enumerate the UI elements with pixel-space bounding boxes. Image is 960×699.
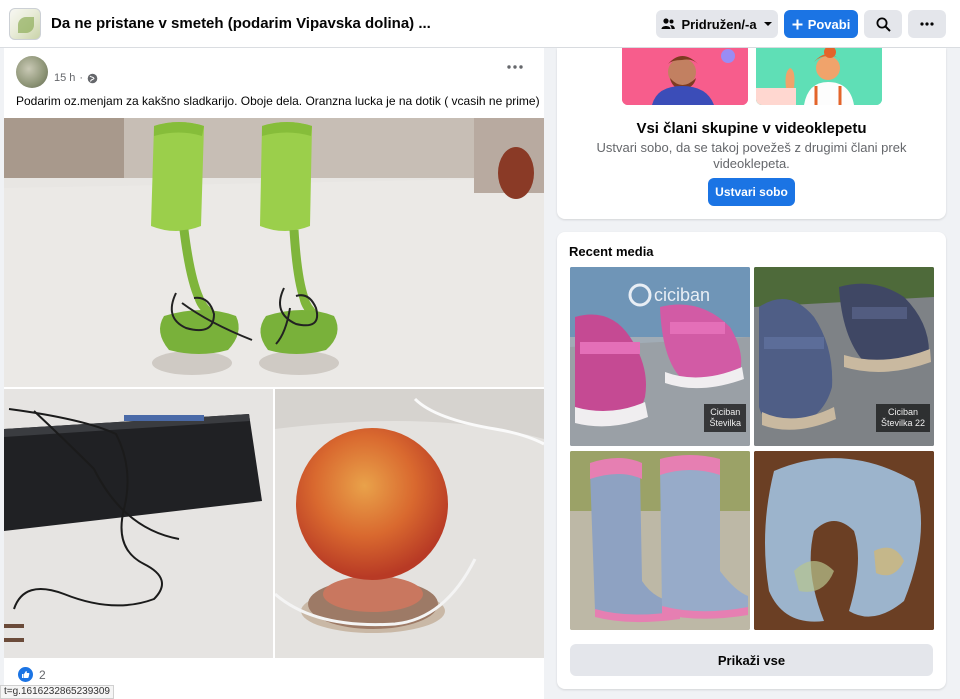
post-timestamp[interactable]: 15 h · bbox=[54, 72, 98, 84]
joined-button[interactable]: Pridružen/-a bbox=[656, 10, 778, 38]
more-icon bbox=[920, 22, 934, 26]
joined-label: Pridružen/-a bbox=[681, 16, 757, 32]
post-time-text: 15 h bbox=[54, 72, 76, 84]
brand-text: ciciban bbox=[654, 285, 710, 305]
photo-green-lamps[interactable] bbox=[4, 118, 544, 387]
create-room-button[interactable]: Ustvari sobo bbox=[708, 178, 795, 206]
media-thumb-rain-boots[interactable] bbox=[570, 451, 750, 630]
reactions-summary[interactable]: 2 bbox=[18, 667, 46, 682]
more-button[interactable] bbox=[908, 10, 946, 38]
recent-media-title: Recent media bbox=[569, 244, 654, 259]
status-url: t=g.1616232865239309 bbox=[0, 685, 114, 699]
photo-orange-lamp[interactable] bbox=[275, 389, 544, 658]
video-chat-card: Vsi člani skupine v videoklepetu Ustvari… bbox=[557, 48, 946, 219]
illustration-man bbox=[622, 48, 748, 105]
video-chat-description: Ustvari sobo, da se takoj povežeš z drug… bbox=[596, 140, 907, 171]
photo-radio[interactable] bbox=[4, 389, 273, 658]
orange-lamp-image bbox=[275, 389, 544, 658]
like-icon bbox=[18, 667, 33, 682]
leaf-icon bbox=[18, 17, 34, 33]
group-title[interactable]: Da ne pristane v smeteh (podarim Vipavsk… bbox=[51, 15, 431, 32]
plus-icon bbox=[792, 19, 803, 29]
show-all-button[interactable]: Prikaži vse bbox=[570, 644, 933, 676]
thumb-caption-2: Ciciban Številka 22 bbox=[875, 404, 930, 432]
post-options-button[interactable] bbox=[502, 60, 528, 78]
media-thumb-pink-shoes[interactable]: ciciban Ciciban Številka bbox=[570, 267, 750, 446]
post-card: 15 h · Podarim oz.menjam za kakšno sladk… bbox=[4, 48, 544, 699]
post-text: Podarim oz.menjam za kakšno sladkarijo. … bbox=[16, 94, 540, 108]
recent-media-card: Recent media ciciban Ciciban Številka Ci… bbox=[557, 232, 946, 689]
invite-button[interactable]: Povabi bbox=[784, 10, 858, 38]
group-header: Da ne pristane v smeteh (podarim Vipavsk… bbox=[0, 0, 960, 48]
search-button[interactable] bbox=[864, 10, 902, 38]
more-icon bbox=[507, 65, 523, 69]
invite-label: Povabi bbox=[807, 16, 851, 32]
group-avatar[interactable] bbox=[9, 8, 41, 40]
globe-icon bbox=[87, 73, 98, 83]
chevron-down-icon bbox=[763, 22, 772, 26]
search-icon bbox=[876, 17, 891, 32]
pillow-image bbox=[754, 451, 934, 630]
reaction-count: 2 bbox=[39, 667, 46, 682]
media-thumb-pillow[interactable] bbox=[754, 451, 934, 630]
video-chat-title: Vsi člani skupine v videoklepetu bbox=[636, 120, 867, 137]
media-thumb-blue-shoes[interactable]: Ciciban Številka 22 bbox=[754, 267, 934, 446]
author-avatar[interactable] bbox=[16, 56, 48, 88]
lamps-image bbox=[4, 118, 544, 387]
rain-boots-image bbox=[570, 451, 750, 630]
radio-image bbox=[4, 389, 273, 658]
illustration-woman bbox=[756, 48, 882, 105]
thumb-caption-1: Ciciban Številka bbox=[704, 404, 746, 432]
people-icon bbox=[661, 18, 676, 29]
